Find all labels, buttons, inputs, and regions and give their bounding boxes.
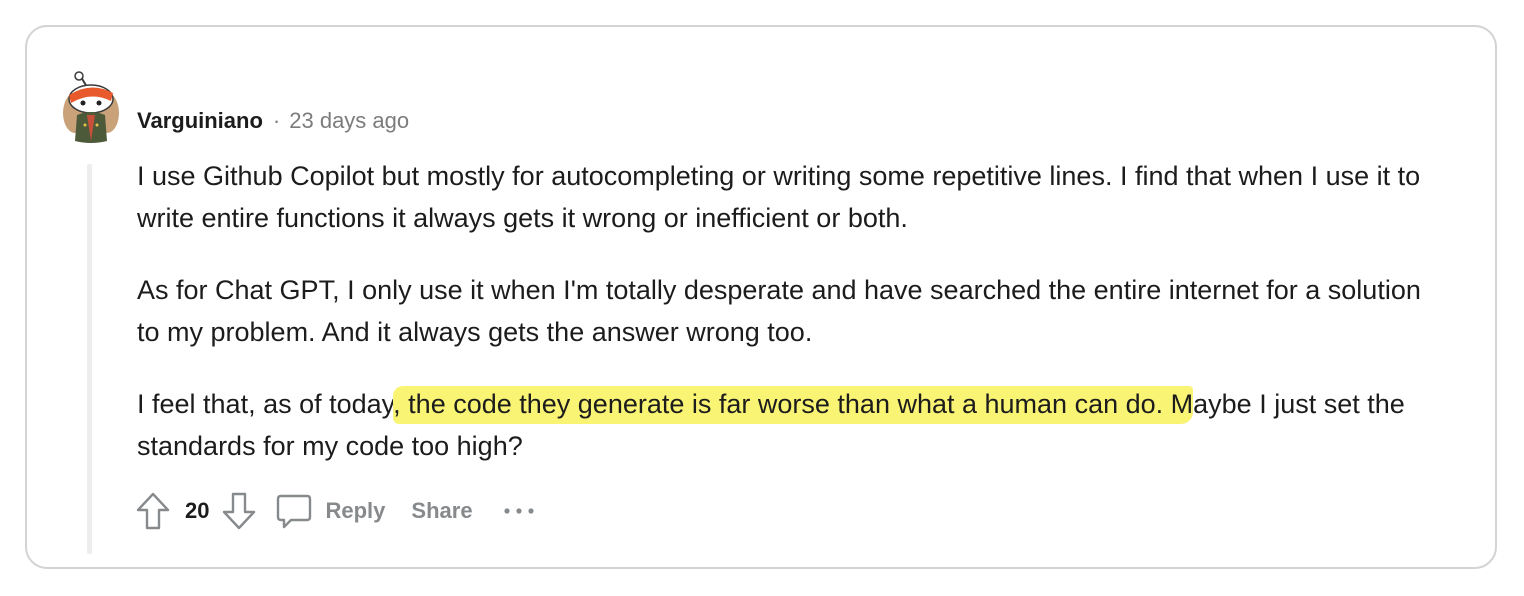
arrow-up-icon xyxy=(136,492,170,530)
reply-button[interactable]: Reply xyxy=(275,491,385,531)
upvote-button[interactable] xyxy=(133,489,173,533)
timestamp[interactable]: 23 days ago xyxy=(289,108,409,134)
paragraph-2: As for Chat GPT, I only use it when I'm … xyxy=(137,275,1421,347)
thread-line[interactable] xyxy=(87,164,92,554)
comment-actions: 20 Reply Share xyxy=(133,489,539,533)
paragraph-3-start: I feel that, as of today xyxy=(137,389,394,419)
reply-label: Reply xyxy=(325,498,386,523)
comment-card: Varguiniano · 23 days ago I use Github C… xyxy=(25,25,1497,569)
avatar[interactable] xyxy=(59,71,123,147)
meta-separator: · xyxy=(272,108,281,133)
paragraph-3: I feel that, as of today, the code they … xyxy=(137,383,1437,467)
paragraph-1: I use Github Copilot but mostly for auto… xyxy=(137,161,1421,233)
comment-bubble-icon xyxy=(277,494,312,529)
downvote-button[interactable] xyxy=(219,489,259,533)
comment-meta: Varguiniano · 23 days ago xyxy=(137,107,409,135)
highlighted-text: , the code they generate is far worse th… xyxy=(393,386,1194,424)
more-dots-icon xyxy=(503,508,534,514)
comment-body: I use Github Copilot but mostly for auto… xyxy=(137,155,1437,497)
more-options-button[interactable] xyxy=(499,489,539,533)
vote-score: 20 xyxy=(185,498,210,523)
username[interactable]: Varguiniano xyxy=(137,108,263,134)
share-button[interactable]: Share xyxy=(411,498,472,524)
arrow-down-icon xyxy=(223,492,256,530)
